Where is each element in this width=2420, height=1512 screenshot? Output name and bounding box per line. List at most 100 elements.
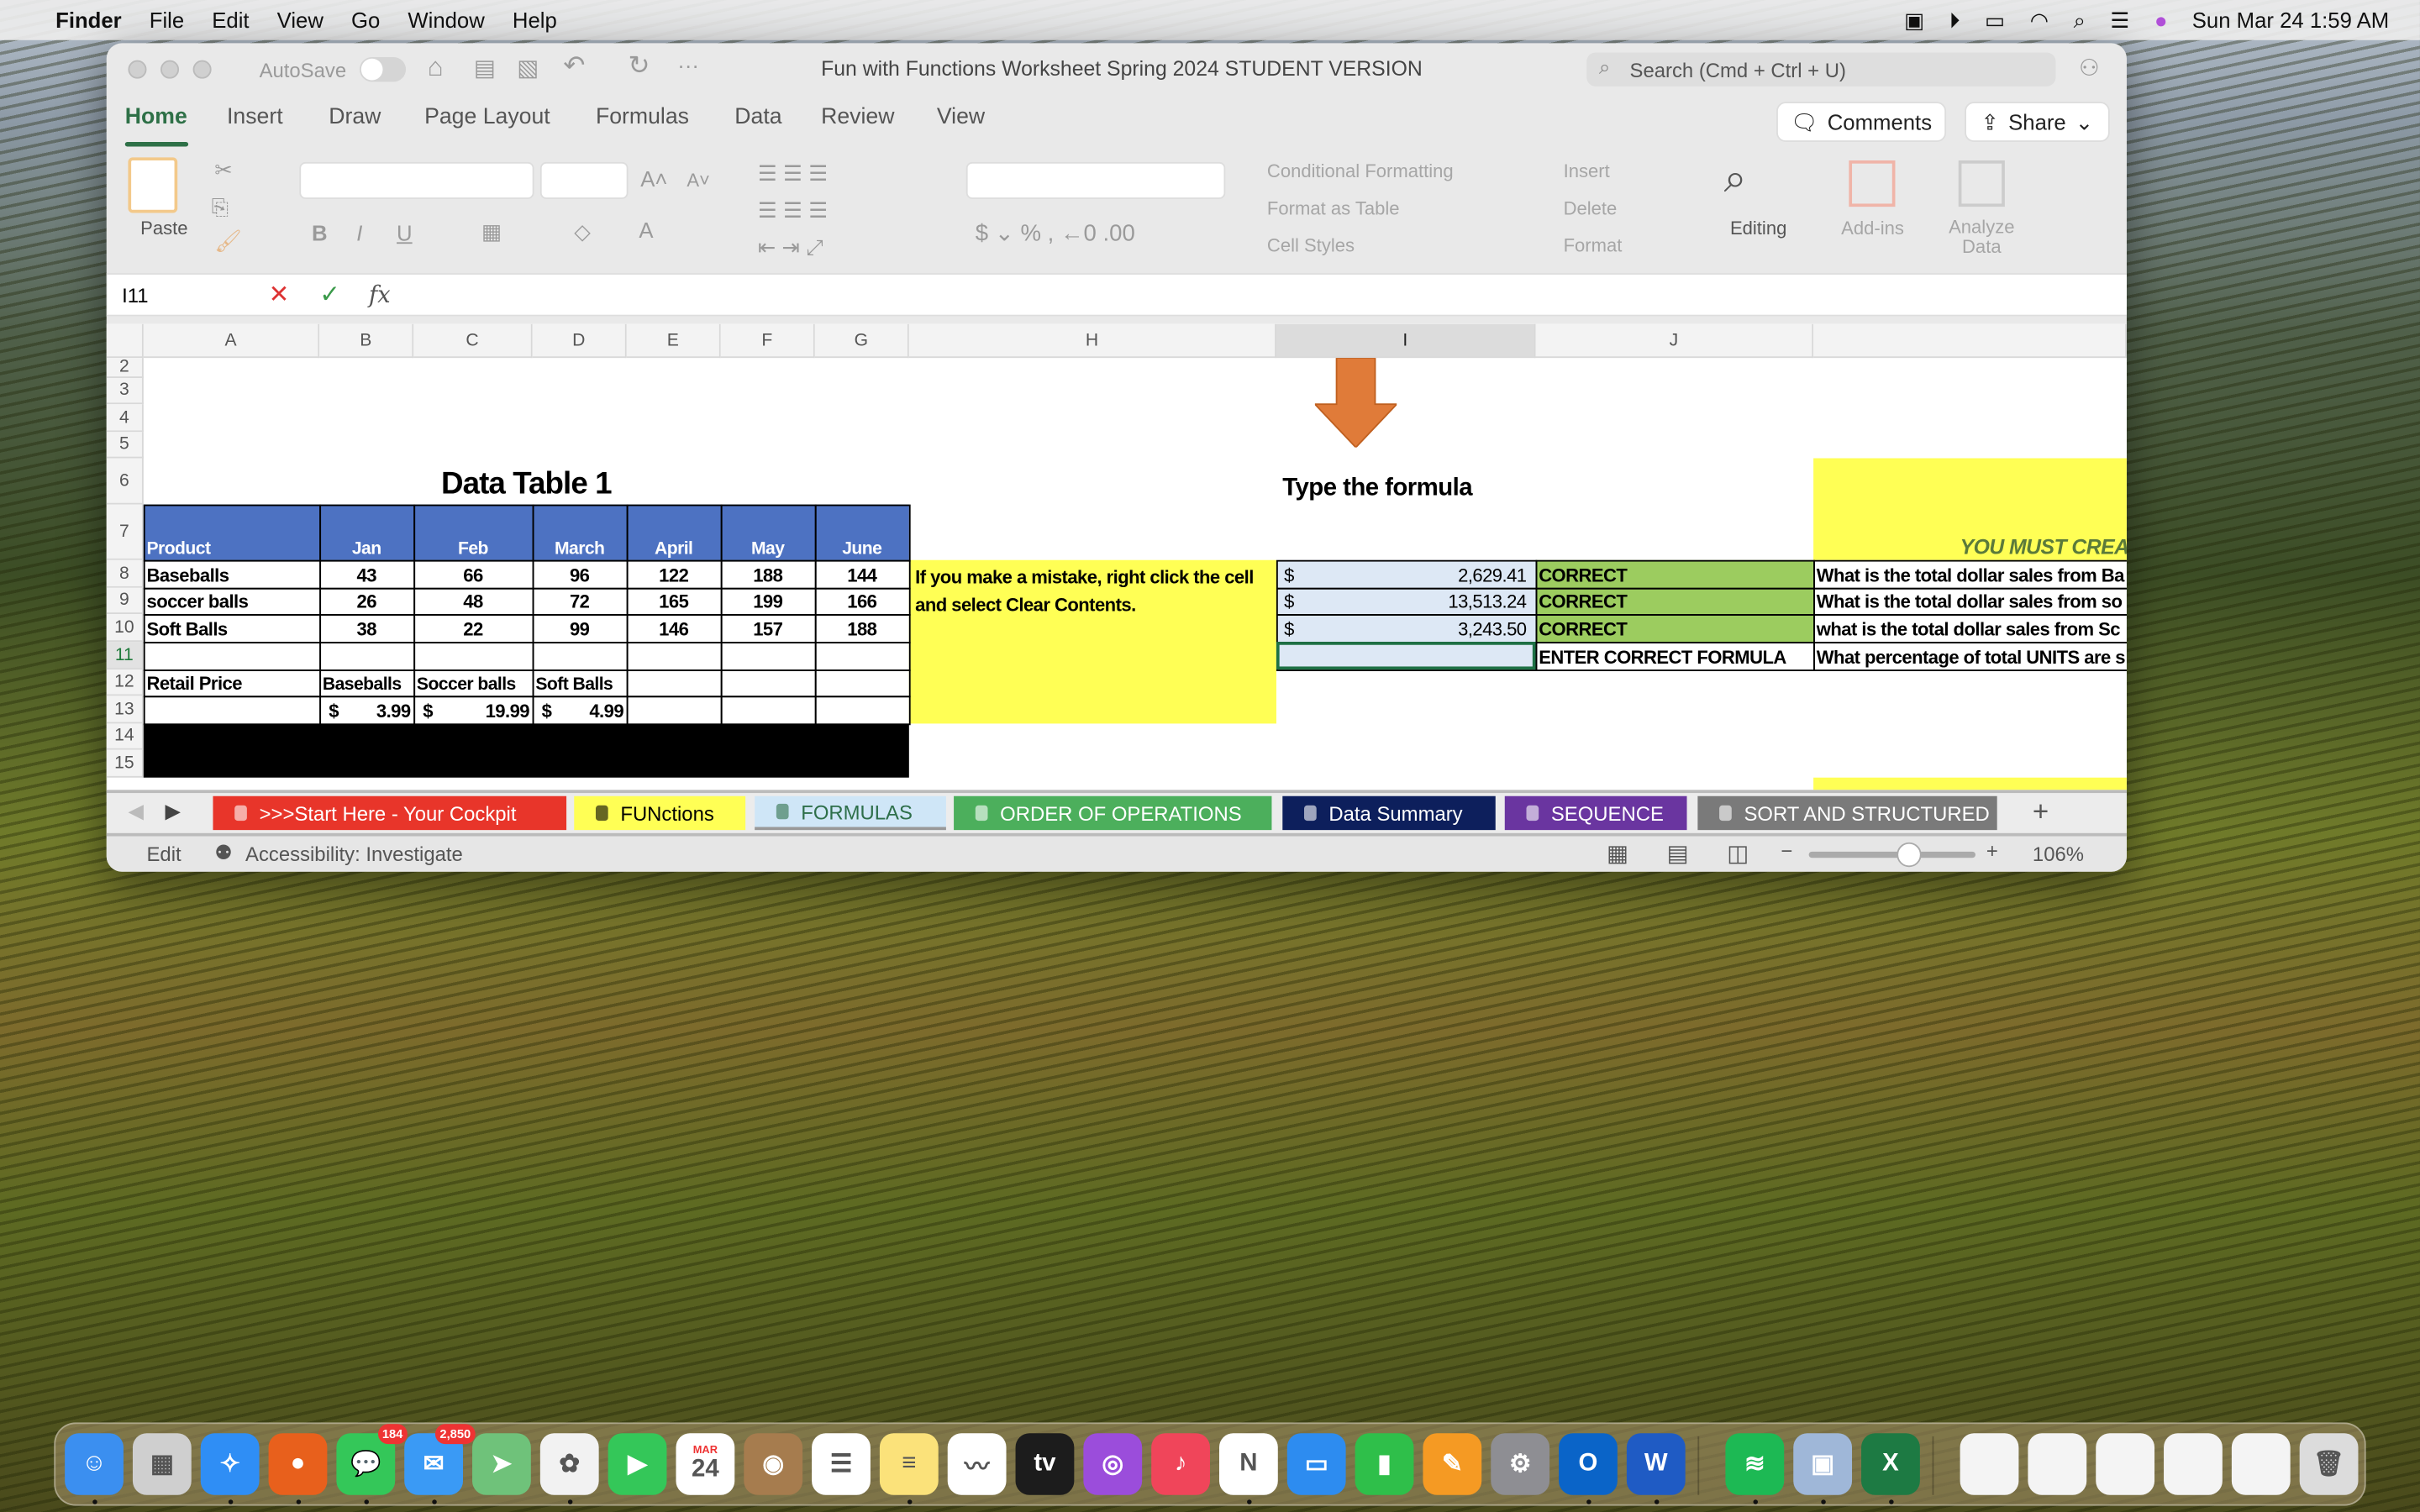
data-value[interactable]: 166 [815,588,909,614]
product-name[interactable]: Soft Balls [144,614,319,642]
dock-keynote[interactable]: ▭ [1286,1433,1346,1495]
clock[interactable]: Sun Mar 24 1:59 AM [2192,8,2389,32]
row-header-7[interactable]: 7 [106,504,144,560]
sheet-tab-functions[interactable]: FUNctions [574,795,746,831]
column-header-G[interactable]: G [814,323,909,359]
data-value[interactable]: 48 [413,588,532,614]
table-header[interactable]: April [627,505,721,560]
format-painter-icon[interactable]: 🖌 [214,228,242,255]
table-header[interactable]: June [815,505,909,560]
dock-notes[interactable]: ≡ [879,1433,939,1495]
column-header-C[interactable]: C [413,323,533,359]
accessibility-status[interactable]: Accessibility: Investigate [245,843,463,866]
cell-styles-button[interactable]: Cell Styles [1267,234,1355,256]
column-header-I[interactable]: I [1276,323,1536,359]
question-cell[interactable]: what is the total dollar sales from Sc [1813,614,2127,642]
question-cell[interactable]: What percentage of total UNITS are s [1813,642,2127,669]
status-cell[interactable]: CORRECT [1536,560,1814,588]
dock-safari[interactable]: ✧ [200,1433,260,1495]
spreadsheet-grid[interactable]: A B C D E F G H I J 2 3 4 5 6 7 8 9 10 11 12 13 14 15 Data Table… [106,323,2127,790]
dock-trash[interactable]: 🗑 [2299,1433,2359,1495]
question-cell[interactable]: What is the total dollar sales from so [1813,588,2127,614]
dock-podcasts[interactable]: ◎ [1083,1433,1143,1495]
scroll-left-button[interactable]: ◀ [128,799,143,823]
dock-tv[interactable]: tv [1015,1433,1075,1495]
addins-icon[interactable] [1849,160,1896,207]
underline-icon[interactable]: U [397,221,413,245]
cut-icon[interactable]: ✂ [214,157,233,183]
sheet-tab-formulas[interactable]: FORMULAS [755,795,946,831]
formula-input[interactable] [409,279,2107,310]
retail-price[interactable]: 4.99 [533,696,627,723]
fill-color-icon[interactable]: ◇ [574,219,591,245]
enter-icon[interactable]: ✓ [319,279,340,310]
increase-font-icon[interactable]: A˄ [640,166,667,191]
analyze-data-button[interactable]: Analyze Data [1948,217,2016,258]
zoom-slider[interactable] [1808,842,1975,868]
product-name[interactable]: soccer balls [144,588,319,614]
menu-window[interactable]: Window [408,8,484,32]
data-value[interactable]: 122 [627,560,721,588]
dock-contacts[interactable]: ◉ [744,1433,803,1495]
menu-edit[interactable]: Edit [212,8,249,32]
table-header[interactable]: May [721,505,815,560]
row-header-6[interactable]: 6 [106,458,144,505]
retail-price[interactable]: 19.99 [413,696,532,723]
borders-icon[interactable]: ▦ [481,219,502,245]
data-value[interactable]: 72 [533,588,627,614]
retail-product-label[interactable]: Soft Balls [533,669,627,696]
dock-window-1[interactable] [1960,1433,2019,1495]
table-header[interactable]: Product [144,505,319,560]
paste-icon[interactable] [128,157,178,213]
dock-news[interactable]: N [1218,1433,1278,1495]
data-value[interactable]: 26 [319,588,413,614]
select-all-corner[interactable] [106,323,144,359]
sheet-tab-order-of-operations[interactable]: ORDER OF OPERATIONS [954,795,1272,831]
collab-icon[interactable]: ⚇ [2079,54,2100,81]
data-value[interactable]: 96 [533,560,627,588]
bold-icon[interactable]: B [312,221,328,245]
table-header[interactable]: Feb [413,505,532,560]
dock-finder[interactable]: ☺ [65,1433,124,1495]
alignment-icons[interactable]: ☰ ☰ ☰ ☰ ☰ ☰ ⇤ ⇥ ⤢ [758,155,828,265]
data-value[interactable]: 146 [627,614,721,642]
normal-view-icon[interactable]: ▦ [1607,839,1628,867]
selected-cell-I11[interactable] [1276,642,1536,670]
row-header-2[interactable]: 2 [106,358,144,378]
zoom-in-button[interactable]: + [1986,839,1998,863]
dock-preview[interactable]: ▣ [1793,1433,1853,1495]
tab-data[interactable]: Data [734,105,781,129]
dock-system-settings[interactable]: ⚙ [1491,1433,1550,1495]
column-header-D[interactable]: D [532,323,627,359]
menu-finder[interactable]: Finder [55,8,122,32]
dock-spotify[interactable]: ≋ [1725,1433,1785,1495]
dock-messages[interactable]: 💬 184 [336,1424,408,1495]
siri-icon[interactable]: ● [2154,8,2168,32]
data-value[interactable]: 22 [413,614,532,642]
copy-icon[interactable]: ⎘ [212,194,229,220]
status-app-icon[interactable]: ▣ [1904,7,1924,33]
minimize-button[interactable] [160,60,180,79]
decrease-font-icon[interactable]: A˅ [687,170,710,192]
row-header-3[interactable]: 3 [106,377,144,405]
row-header-12[interactable]: 12 [106,669,144,696]
addins-button[interactable]: Add-ins [1841,218,1904,239]
dock-pages[interactable]: ✎ [1423,1433,1482,1495]
function-icon[interactable]: fx [369,281,391,308]
dock-window-3[interactable] [2096,1433,2155,1495]
dock-calendar[interactable]: 24 MAR [676,1433,735,1495]
row-header-15[interactable]: 15 [106,749,144,778]
spotlight-icon[interactable]: ⌕ [2074,7,2086,33]
dock-word[interactable]: W [1626,1433,1686,1495]
data-table-title[interactable]: Data Table 1 [144,458,909,504]
dock-freeform[interactable]: 〰 [947,1433,1007,1495]
dock-excel[interactable]: X [1861,1433,1920,1495]
data-value[interactable]: 188 [721,560,815,588]
dock-window-5[interactable] [2231,1433,2291,1495]
row-header-8[interactable]: 8 [106,559,144,588]
page-layout-view-icon[interactable]: ▤ [1667,839,1689,867]
dock-numbers[interactable]: ▮ [1355,1433,1414,1495]
battery-icon[interactable]: ▭ [1985,7,2005,33]
tab-draw[interactable]: Draw [329,105,381,129]
zoom-level[interactable]: 106% [2033,843,2084,866]
